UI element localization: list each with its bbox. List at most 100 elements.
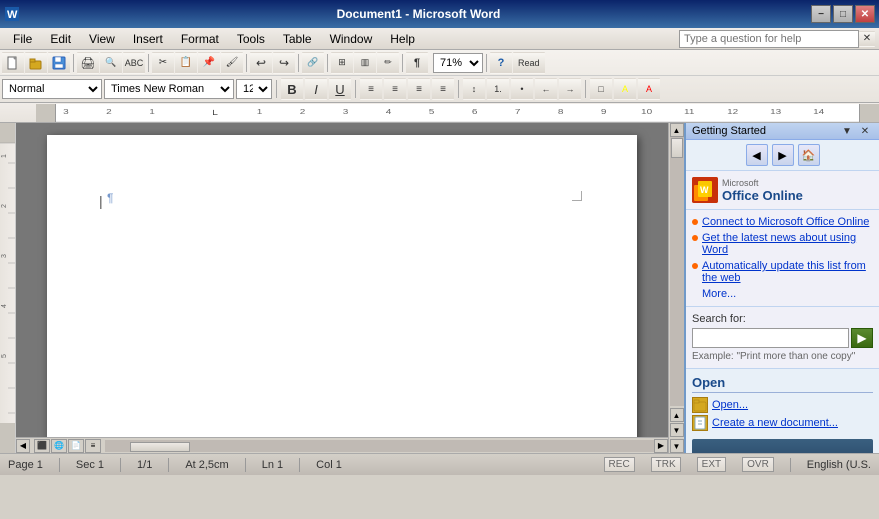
menu-table[interactable]: Table — [274, 29, 321, 49]
justify-button[interactable]: ≡ — [432, 78, 454, 100]
align-right-button[interactable]: ≡ — [408, 78, 430, 100]
status-trk[interactable]: TRK — [651, 457, 681, 472]
read-button[interactable]: Read — [513, 52, 545, 74]
panel-dropdown-button[interactable]: ▼ — [839, 123, 855, 139]
link-autoupdate-text[interactable]: Automatically update this list from the … — [702, 260, 873, 284]
help-button[interactable]: ? — [490, 52, 512, 74]
minimize-button[interactable]: − — [811, 5, 831, 23]
scroll-down-button[interactable]: ▼ — [670, 439, 684, 453]
menu-insert[interactable]: Insert — [124, 29, 172, 49]
font-select[interactable]: Times New RomanArialCalibri — [104, 79, 234, 99]
vertical-scrollbar[interactable]: ▲ ▲ ▼ ▼ — [668, 123, 684, 453]
open-file-link[interactable]: Open... — [692, 397, 873, 413]
v-scroll-track[interactable] — [670, 137, 684, 406]
svg-text:13: 13 — [770, 107, 781, 115]
hyperlink-button[interactable]: 🔗 — [302, 52, 324, 74]
panel-close-button[interactable]: ✕ — [857, 123, 873, 139]
horizontal-scrollbar[interactable]: ◀ ⬛ 🌐 📄 ≡ ▶ — [16, 437, 668, 453]
bullets-button[interactable]: • — [511, 78, 533, 100]
link-news-text[interactable]: Get the latest news about using Word — [702, 232, 873, 256]
menu-file[interactable]: File — [4, 29, 41, 49]
nav-home-button[interactable]: 🏠 — [798, 144, 820, 166]
separator5 — [327, 54, 328, 72]
restore-button[interactable]: □ — [833, 5, 853, 23]
sep-style — [585, 80, 586, 98]
link-connect[interactable]: Connect to Microsoft Office Online — [692, 216, 873, 228]
menu-help[interactable]: Help — [381, 29, 424, 49]
document-page[interactable]: | ¶ — [47, 135, 637, 437]
search-go-button[interactable]: ▶ — [851, 328, 873, 348]
table-button[interactable]: ⊞ — [331, 52, 353, 74]
menu-view[interactable]: View — [80, 29, 124, 49]
format-painter-button[interactable]: 🖌 — [221, 52, 243, 74]
nav-back-button[interactable]: ◀ — [746, 144, 768, 166]
expand-down-button[interactable]: ▼ — [670, 423, 684, 437]
style-select[interactable]: NormalHeading 1Heading 2 — [2, 79, 102, 99]
nav-forward-button[interactable]: ▶ — [772, 144, 794, 166]
cut-button[interactable]: ✂ — [152, 52, 174, 74]
scroll-right-button[interactable]: ▶ — [654, 439, 668, 453]
drawing-button[interactable]: ✏ — [377, 52, 399, 74]
link-connect-text[interactable]: Connect to Microsoft Office Online — [702, 216, 869, 228]
status-sep4 — [245, 458, 246, 472]
link-autoupdate[interactable]: Automatically update this list from the … — [692, 260, 873, 284]
link-news[interactable]: Get the latest news about using Word — [692, 232, 873, 256]
undo-button[interactable]: ↩ — [250, 52, 272, 74]
italic-button[interactable]: I — [305, 78, 327, 100]
outside-border-button[interactable]: □ — [590, 78, 612, 100]
close-button[interactable]: ✕ — [855, 5, 875, 23]
menu-edit[interactable]: Edit — [41, 29, 80, 49]
open-button[interactable] — [25, 52, 47, 74]
page-corner-mark — [572, 191, 582, 201]
align-left-button[interactable]: ≡ — [360, 78, 382, 100]
underline-button[interactable]: U — [329, 78, 351, 100]
create-new-link[interactable]: Create a new document... — [692, 415, 873, 431]
menu-tools[interactable]: Tools — [228, 29, 274, 49]
save-button[interactable] — [48, 52, 70, 74]
create-new-text[interactable]: Create a new document... — [712, 417, 838, 429]
paste-button[interactable]: 📌 — [198, 52, 220, 74]
web-view-button[interactable]: 🌐 — [51, 439, 67, 453]
copy-button[interactable]: 📋 — [175, 52, 197, 74]
spelling-button[interactable]: ABC — [123, 52, 145, 74]
redo-button[interactable]: ↪ — [273, 52, 295, 74]
bold-button[interactable]: B — [281, 78, 303, 100]
line-spacing-button[interactable]: ↕ — [463, 78, 485, 100]
scroll-up-button[interactable]: ▲ — [670, 123, 684, 137]
help-search-close[interactable]: ✕ — [859, 31, 875, 47]
h-scroll-thumb[interactable] — [130, 442, 190, 452]
help-search-input[interactable] — [679, 30, 859, 48]
outline-view-button[interactable]: ≡ — [85, 439, 101, 453]
show-paragraph-button[interactable]: ¶ — [406, 52, 428, 74]
create-new-icon — [692, 415, 708, 431]
h-scroll-track[interactable] — [105, 440, 654, 452]
more-link[interactable]: More... — [692, 288, 873, 300]
v-scroll-thumb[interactable] — [671, 138, 683, 158]
scroll-left-button[interactable]: ◀ — [16, 439, 30, 453]
columns-button[interactable]: ▥ — [354, 52, 376, 74]
open-file-text[interactable]: Open... — [712, 399, 748, 411]
font-color-button[interactable]: A — [638, 78, 660, 100]
size-select[interactable]: 12101416 — [236, 79, 272, 99]
menu-window[interactable]: Window — [321, 29, 382, 49]
print-view-button[interactable]: 📄 — [68, 439, 84, 453]
expand-up-button[interactable]: ▲ — [670, 408, 684, 422]
separator3 — [246, 54, 247, 72]
document-scroll[interactable]: | ¶ — [16, 123, 668, 437]
status-ext[interactable]: EXT — [697, 457, 726, 472]
open-file-icon — [692, 397, 708, 413]
decrease-indent-button[interactable]: ← — [535, 78, 557, 100]
new-button[interactable] — [2, 52, 24, 74]
print-preview-button[interactable]: 🔍 — [100, 52, 122, 74]
increase-indent-button[interactable]: → — [559, 78, 581, 100]
status-ovr[interactable]: OVR — [742, 457, 774, 472]
zoom-select[interactable]: 71%100%150% — [433, 53, 483, 73]
menu-format[interactable]: Format — [172, 29, 228, 49]
search-input[interactable] — [692, 328, 849, 348]
print-button[interactable]: 🖨 — [77, 52, 99, 74]
numbering-button[interactable]: 1. — [487, 78, 509, 100]
normal-view-button[interactable]: ⬛ — [34, 439, 50, 453]
status-rec[interactable]: REC — [604, 457, 635, 472]
highlight-button[interactable]: A — [614, 78, 636, 100]
align-center-button[interactable]: ≡ — [384, 78, 406, 100]
